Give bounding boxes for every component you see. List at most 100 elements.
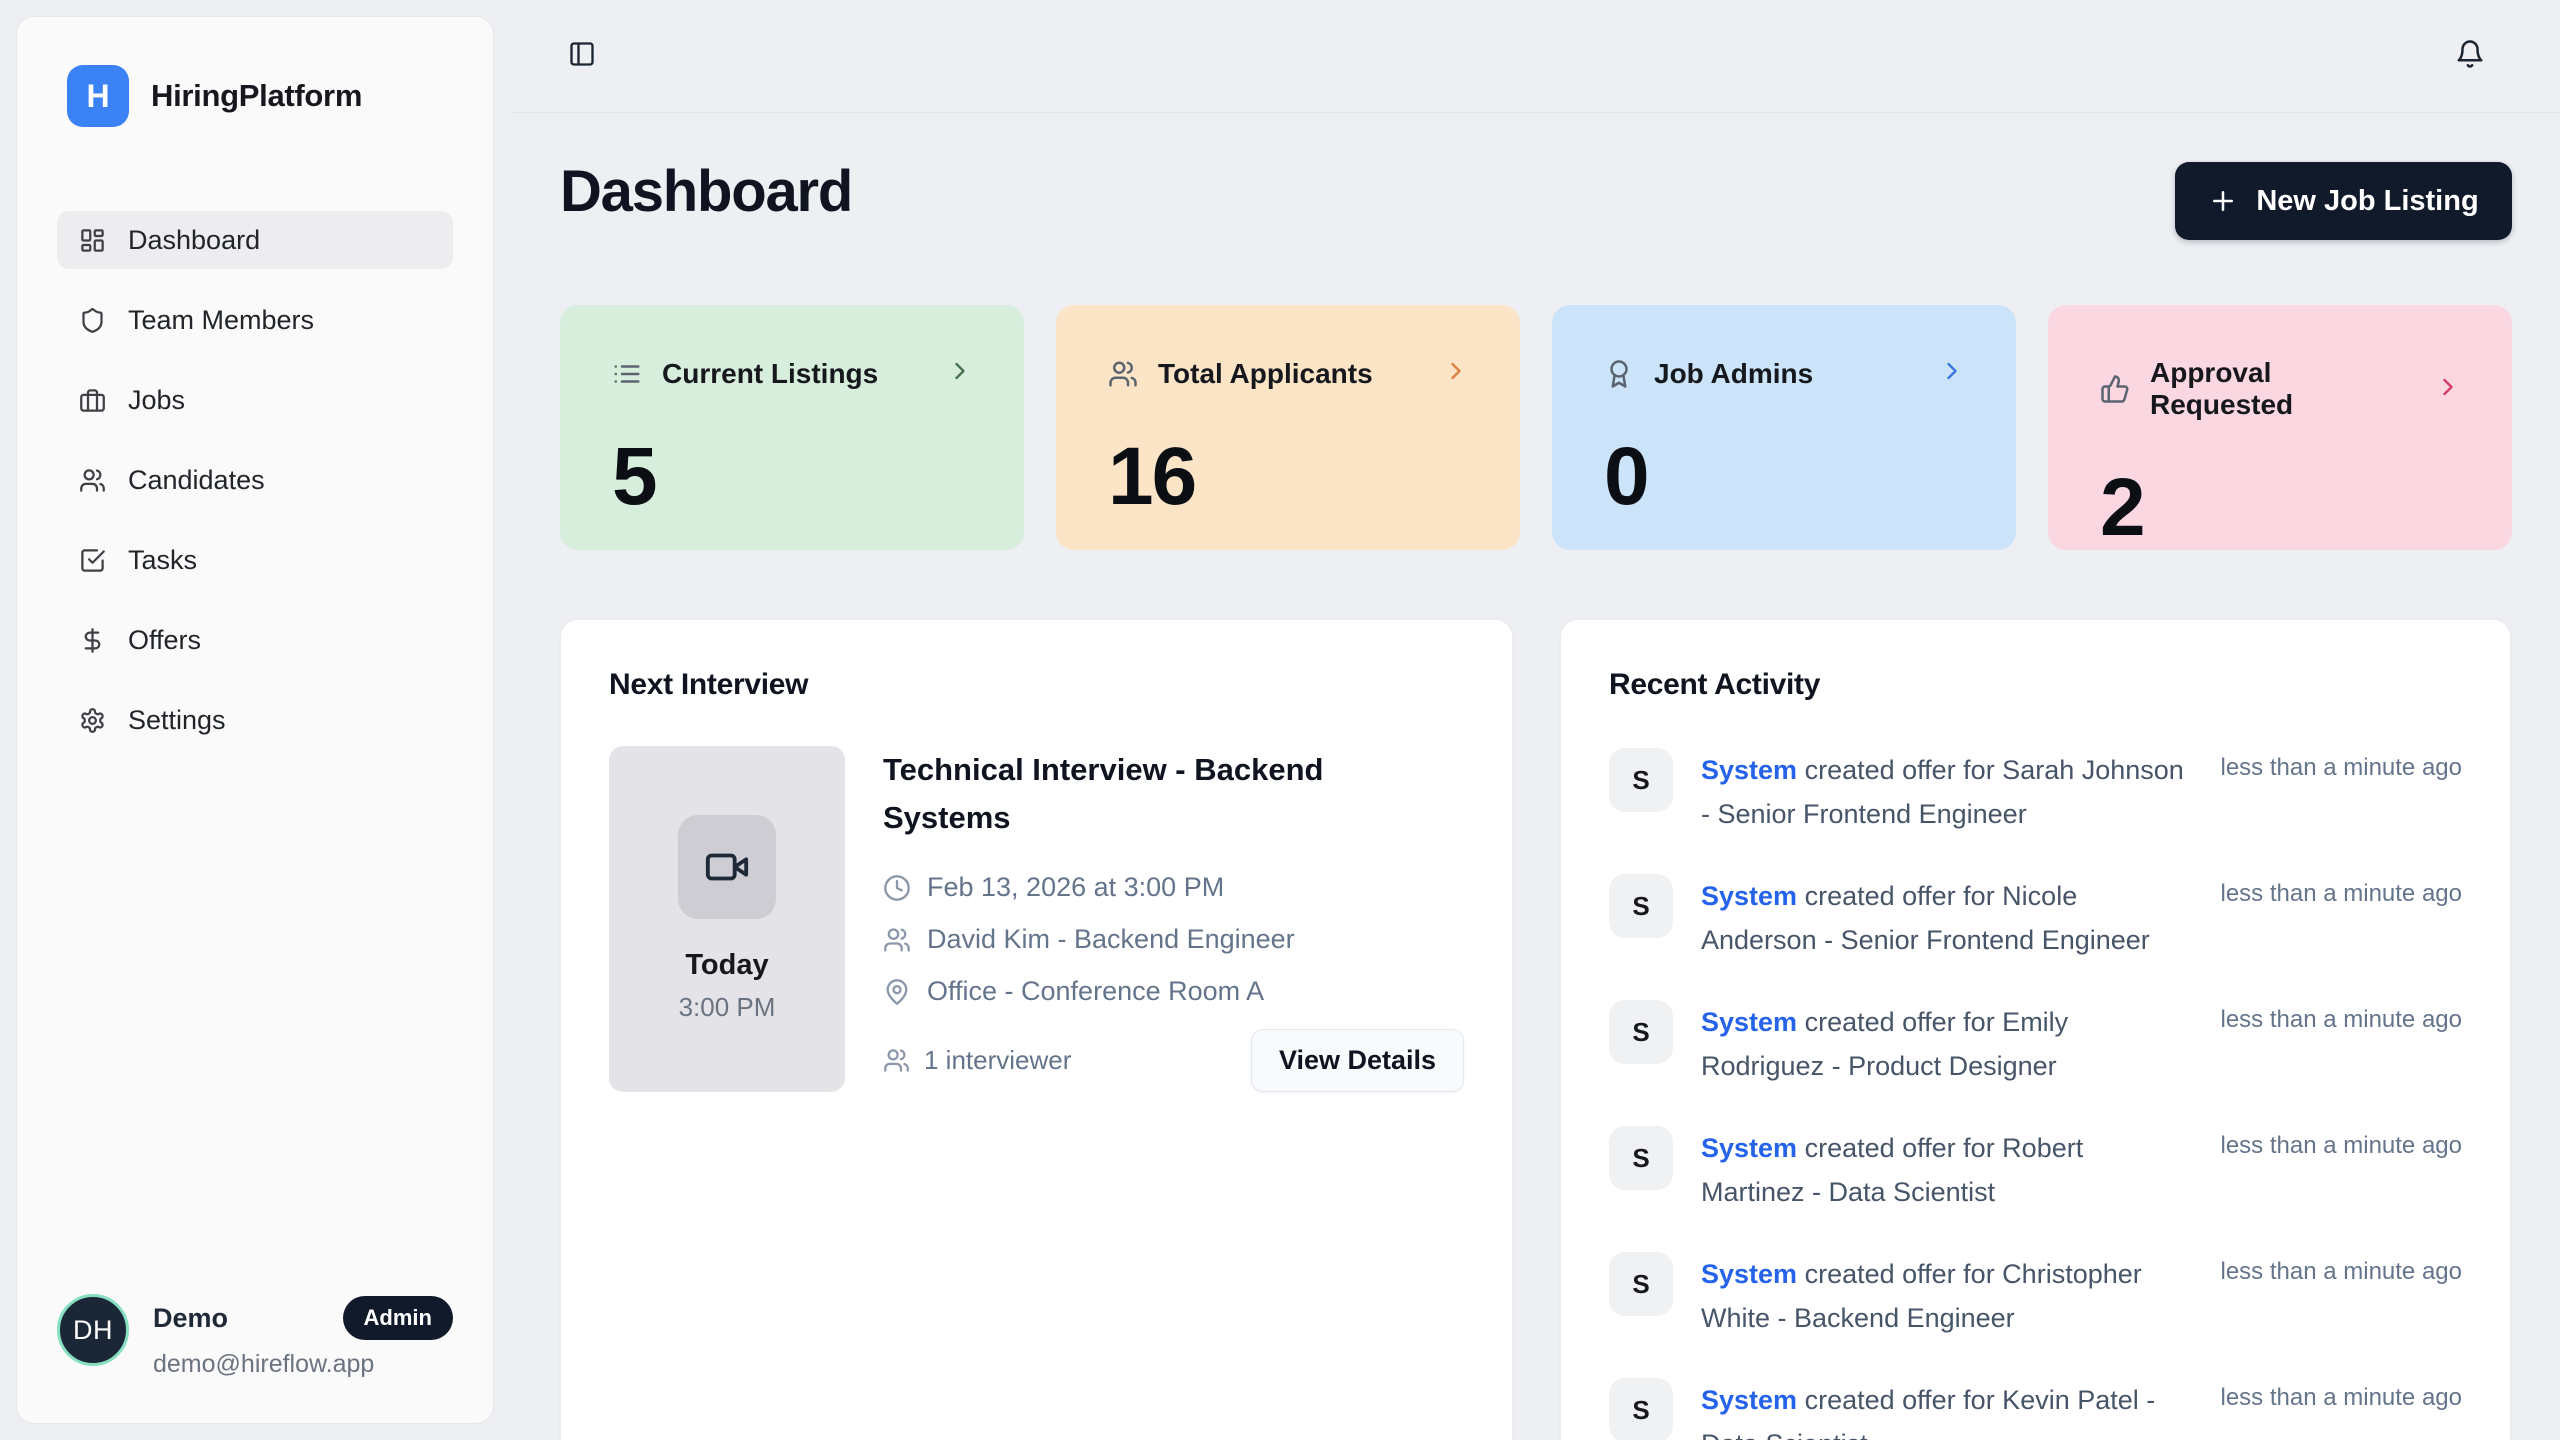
users-icon [79,467,106,494]
activity-item: S System created offer for EmilyRodrigue… [1609,1000,2462,1088]
activity-avatar: S [1609,874,1673,938]
sidebar-item-label: Team Members [128,305,314,336]
sidebar-item-label: Dashboard [128,225,260,256]
video-camera-icon [704,844,750,890]
activity-avatar: S [1609,1000,1673,1064]
dollar-icon [79,627,106,654]
activity-timestamp: less than a minute ago [2221,1126,2463,1160]
thumbs-up-icon [2100,374,2130,404]
stat-card-total-applicants[interactable]: Total Applicants 16 [1056,305,1520,550]
dashboard-icon [79,227,106,254]
next-interview-card: Next Interview Today 3:00 PM Technical I… [560,619,1513,1440]
activity-timestamp: less than a minute ago [2221,748,2463,782]
sidebar-user-info: Demo Admin demo@hireflow.app [153,1294,453,1379]
stat-value: 5 [612,430,974,524]
stat-card-job-admins[interactable]: Job Admins 0 [1552,305,2016,550]
activity-avatar: S [1609,748,1673,812]
stat-value: 0 [1604,430,1966,524]
sidebar-item-offers[interactable]: Offers [57,611,453,669]
activity-timestamp: less than a minute ago [2221,874,2463,908]
recent-activity-card: Recent Activity S System created offer f… [1560,619,2511,1440]
activity-actor: System [1701,1133,1797,1163]
brand-name: HiringPlatform [151,78,362,114]
avatar-initials: DH [73,1315,113,1346]
next-interview-title: Next Interview [609,668,1464,702]
activity-text: System created offer for NicoleAnderson … [1701,874,2221,962]
panel-left-icon [568,40,596,68]
briefcase-icon [79,387,106,414]
avatar: DH [57,1294,129,1366]
activity-text: System created offer for Kevin Patel -Da… [1701,1378,2221,1440]
award-icon [1604,359,1634,389]
interview-thumbnail: Today 3:00 PM [609,746,845,1092]
activity-item: S System created offer for Kevin Patel -… [1609,1378,2462,1440]
stat-card-current-listings[interactable]: Current Listings 5 [560,305,1024,550]
activity-item: S System created offer for RobertMartine… [1609,1126,2462,1214]
sidebar-nav: Dashboard Team Members Jobs Candidates T… [57,211,453,749]
sidebar-item-jobs[interactable]: Jobs [57,371,453,429]
stat-label: Total Applicants [1158,358,1373,390]
stat-label: Current Listings [662,358,878,390]
view-details-button[interactable]: View Details [1251,1029,1464,1092]
activity-item: S System created offer for Sarah Johnson… [1609,748,2462,836]
brand-logo: H [67,65,129,127]
sidebar-item-candidates[interactable]: Candidates [57,451,453,509]
stat-card-approval-requested[interactable]: Approval Requested 2 [2048,305,2512,550]
sidebar-item-team-members[interactable]: Team Members [57,291,453,349]
sidebar-toggle-button[interactable] [560,32,604,76]
interview-candidate-row: David Kim - Backend Engineer [883,924,1464,955]
interview-datetime-row: Feb 13, 2026 at 3:00 PM [883,872,1464,903]
sidebar-user[interactable]: DH Demo Admin demo@hireflow.app [57,1294,453,1379]
sidebar-item-tasks[interactable]: Tasks [57,531,453,589]
page-title: Dashboard [560,158,852,225]
users-icon [883,1047,910,1074]
list-icon [612,359,642,389]
activity-actor: System [1701,755,1797,785]
plus-icon [2208,186,2238,216]
brand-logo-letter: H [86,78,109,115]
chevron-right-icon [946,357,974,390]
activity-actor: System [1701,1385,1797,1415]
interview-job-title: Technical Interview - Backend Systems [883,746,1383,842]
role-badge: Admin [343,1296,453,1340]
stat-value: 16 [1108,430,1470,524]
sidebar-item-label: Tasks [128,545,197,576]
stats-row: Current Listings 5 Total Applicants 16 J… [560,305,2512,550]
stat-value: 2 [2100,461,2462,555]
activity-actor: System [1701,1259,1797,1289]
video-icon-box [678,815,776,919]
interviewer-count: 1 interviewer [883,1045,1071,1076]
new-job-listing-label: New Job Listing [2256,185,2478,218]
activity-avatar: S [1609,1252,1673,1316]
sidebar-item-settings[interactable]: Settings [57,691,453,749]
interview-day: Today [685,949,768,982]
chevron-right-icon [1938,357,1966,390]
users-icon [1108,359,1138,389]
sidebar-item-dashboard[interactable]: Dashboard [57,211,453,269]
brand: H HiringPlatform [57,65,453,127]
sidebar-item-label: Jobs [128,385,185,416]
new-job-listing-button[interactable]: New Job Listing [2175,162,2512,240]
interview-location: Office - Conference Room A [927,976,1264,1007]
check-square-icon [79,547,106,574]
sidebar-item-label: Settings [128,705,226,736]
chevron-right-icon [2434,373,2462,406]
chevron-right-icon [1442,357,1470,390]
map-pin-icon [883,978,911,1006]
topbar-divider [511,112,2560,113]
activity-actor: System [1701,1007,1797,1037]
activity-item: S System created offer for ChristopherWh… [1609,1252,2462,1340]
activity-actor: System [1701,881,1797,911]
sidebar: H HiringPlatform Dashboard Team Members … [16,16,494,1424]
activity-timestamp: less than a minute ago [2221,1252,2463,1286]
notifications-button[interactable] [2448,32,2492,76]
activity-text: System created offer for ChristopherWhit… [1701,1252,2221,1340]
user-email: demo@hireflow.app [153,1350,453,1379]
activity-item: S System created offer for NicoleAnderso… [1609,874,2462,962]
stat-label: Job Admins [1654,358,1813,390]
activity-timestamp: less than a minute ago [2221,1000,2463,1034]
activity-avatar: S [1609,1126,1673,1190]
interview-candidate: David Kim - Backend Engineer [927,924,1295,955]
interview-datetime: Feb 13, 2026 at 3:00 PM [927,872,1224,903]
interview-time: 3:00 PM [679,992,776,1023]
